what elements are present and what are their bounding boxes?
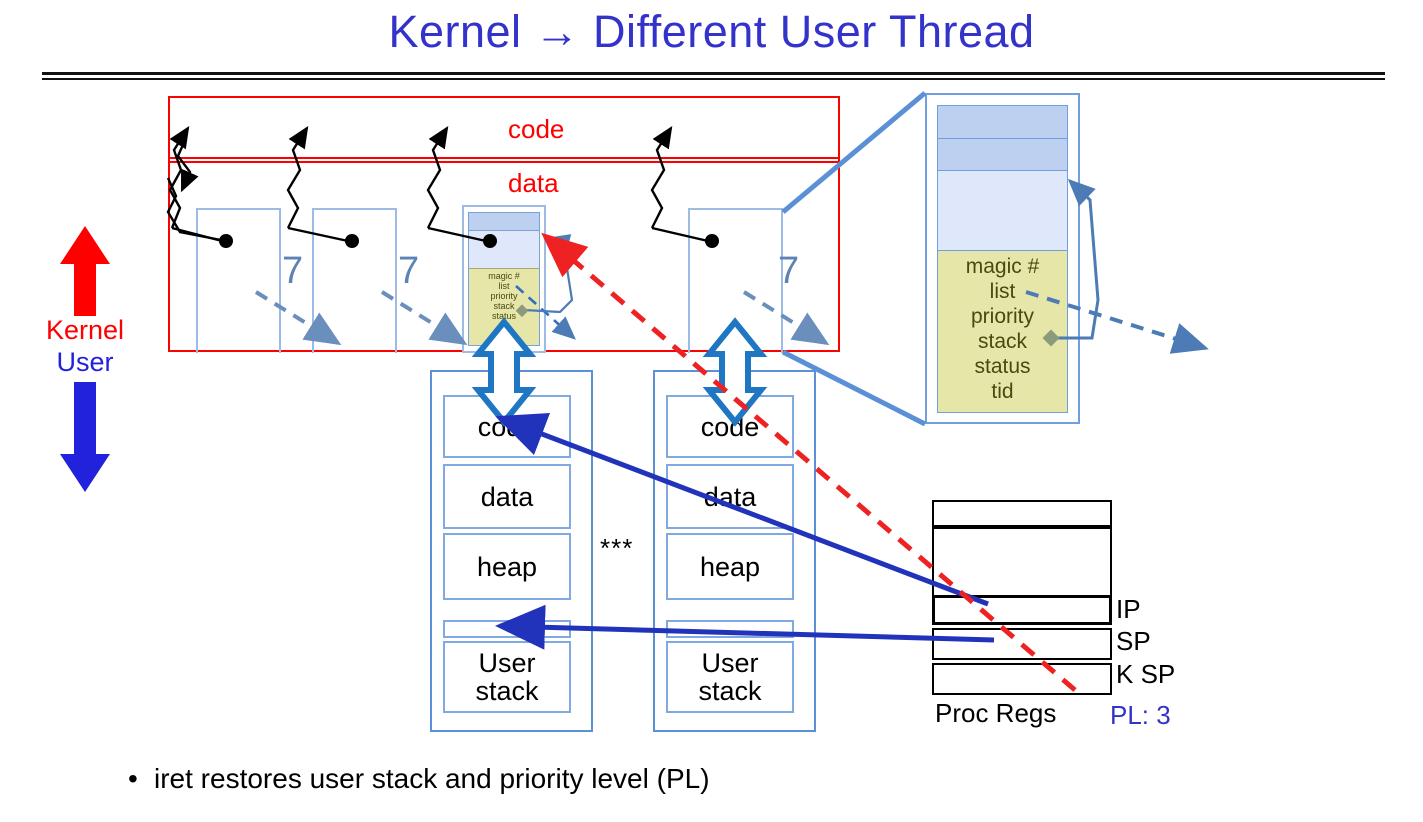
proc-regs-label-ip: IP bbox=[1116, 594, 1141, 624]
tcb-small-field-3: stack bbox=[493, 301, 515, 311]
tcb-enlarged-fields: magic # list priority stack status tid bbox=[938, 250, 1067, 412]
kernel-code-label: code bbox=[508, 114, 565, 144]
tcb-small-band bbox=[469, 213, 539, 231]
process-2-segment-user-stack: User stack bbox=[666, 641, 794, 713]
tcb-small-field-1: list bbox=[498, 281, 510, 291]
tcb-small-fields: magic # list priority stack status tid bbox=[469, 268, 539, 345]
kernel-thread-box-1 bbox=[196, 208, 281, 353]
bullet-text: iret restores user stack and priority le… bbox=[154, 763, 710, 794]
page-title: Kernel → Different User Thread bbox=[388, 6, 1035, 57]
bullet-line: • iret restores user stack and priority l… bbox=[128, 763, 710, 795]
proc-regs-label-sp: SP bbox=[1116, 626, 1151, 656]
slide-canvas: Kernel → Different User Thread Kernel Us… bbox=[0, 0, 1423, 822]
tcb-small-field-2: priority bbox=[490, 291, 518, 301]
tcb-field-status: status bbox=[974, 355, 1031, 378]
bullet-marker: • bbox=[128, 763, 138, 794]
proc-regs-row-0 bbox=[932, 500, 1112, 527]
proc-regs-row-ksp bbox=[932, 663, 1112, 695]
process-1-segment-data: data bbox=[443, 464, 571, 529]
process-1-segment-user-stack: User stack bbox=[443, 641, 571, 713]
kernel-thread-box-4 bbox=[688, 208, 783, 353]
proc-regs-caption: Proc Regs bbox=[935, 698, 1057, 728]
tcb-small-field-5: tid bbox=[499, 321, 509, 331]
tcb-enlarged-band-2 bbox=[938, 139, 1067, 171]
process-1-segment-heap: heap bbox=[443, 533, 571, 600]
proc-regs-label-ksp: K SP bbox=[1116, 659, 1176, 689]
arrow-down-icon bbox=[60, 382, 110, 492]
kernel-code-data-divider bbox=[168, 157, 840, 163]
tcb-field-priority: priority bbox=[970, 305, 1034, 328]
privilege-level-badge: PL: 3 bbox=[1110, 700, 1171, 730]
kernel-data-label: data bbox=[508, 168, 559, 198]
arrow-up-icon bbox=[60, 226, 110, 316]
tcb-field-tid: tid bbox=[991, 380, 1014, 403]
process-2-segment-data: data bbox=[666, 464, 794, 529]
tcb-enlarged-band-1 bbox=[938, 106, 1067, 139]
proc-regs-row-ip bbox=[932, 595, 1112, 625]
tcb-field-magic: magic # bbox=[965, 255, 1040, 278]
process-2-segment-empty bbox=[666, 620, 794, 638]
process-ellipsis: *** bbox=[600, 533, 634, 563]
tcb-small-field-4: status bbox=[491, 311, 516, 321]
kernel-thread-hook-4: 7 bbox=[778, 250, 800, 292]
tcb-small-field-0: magic # bbox=[488, 271, 520, 281]
proc-regs-row-sp bbox=[932, 628, 1112, 660]
kernel-thread-hook-1: 7 bbox=[282, 250, 304, 292]
user-label: User bbox=[56, 347, 114, 377]
tcb-field-stack: stack bbox=[977, 330, 1027, 353]
process-2-segment-heap: heap bbox=[666, 533, 794, 600]
kernel-thread-hook-2: 7 bbox=[398, 250, 420, 292]
kernel-label: Kernel bbox=[45, 315, 125, 345]
process-1-segment-empty bbox=[443, 620, 571, 638]
tcb-field-list: list bbox=[989, 280, 1016, 303]
proc-regs-row-1 bbox=[932, 527, 1112, 598]
title-divider bbox=[42, 72, 1385, 80]
kernel-thread-box-2 bbox=[312, 208, 397, 353]
process-1-segment-code: code bbox=[443, 395, 571, 458]
process-2-segment-code: code bbox=[666, 395, 794, 458]
